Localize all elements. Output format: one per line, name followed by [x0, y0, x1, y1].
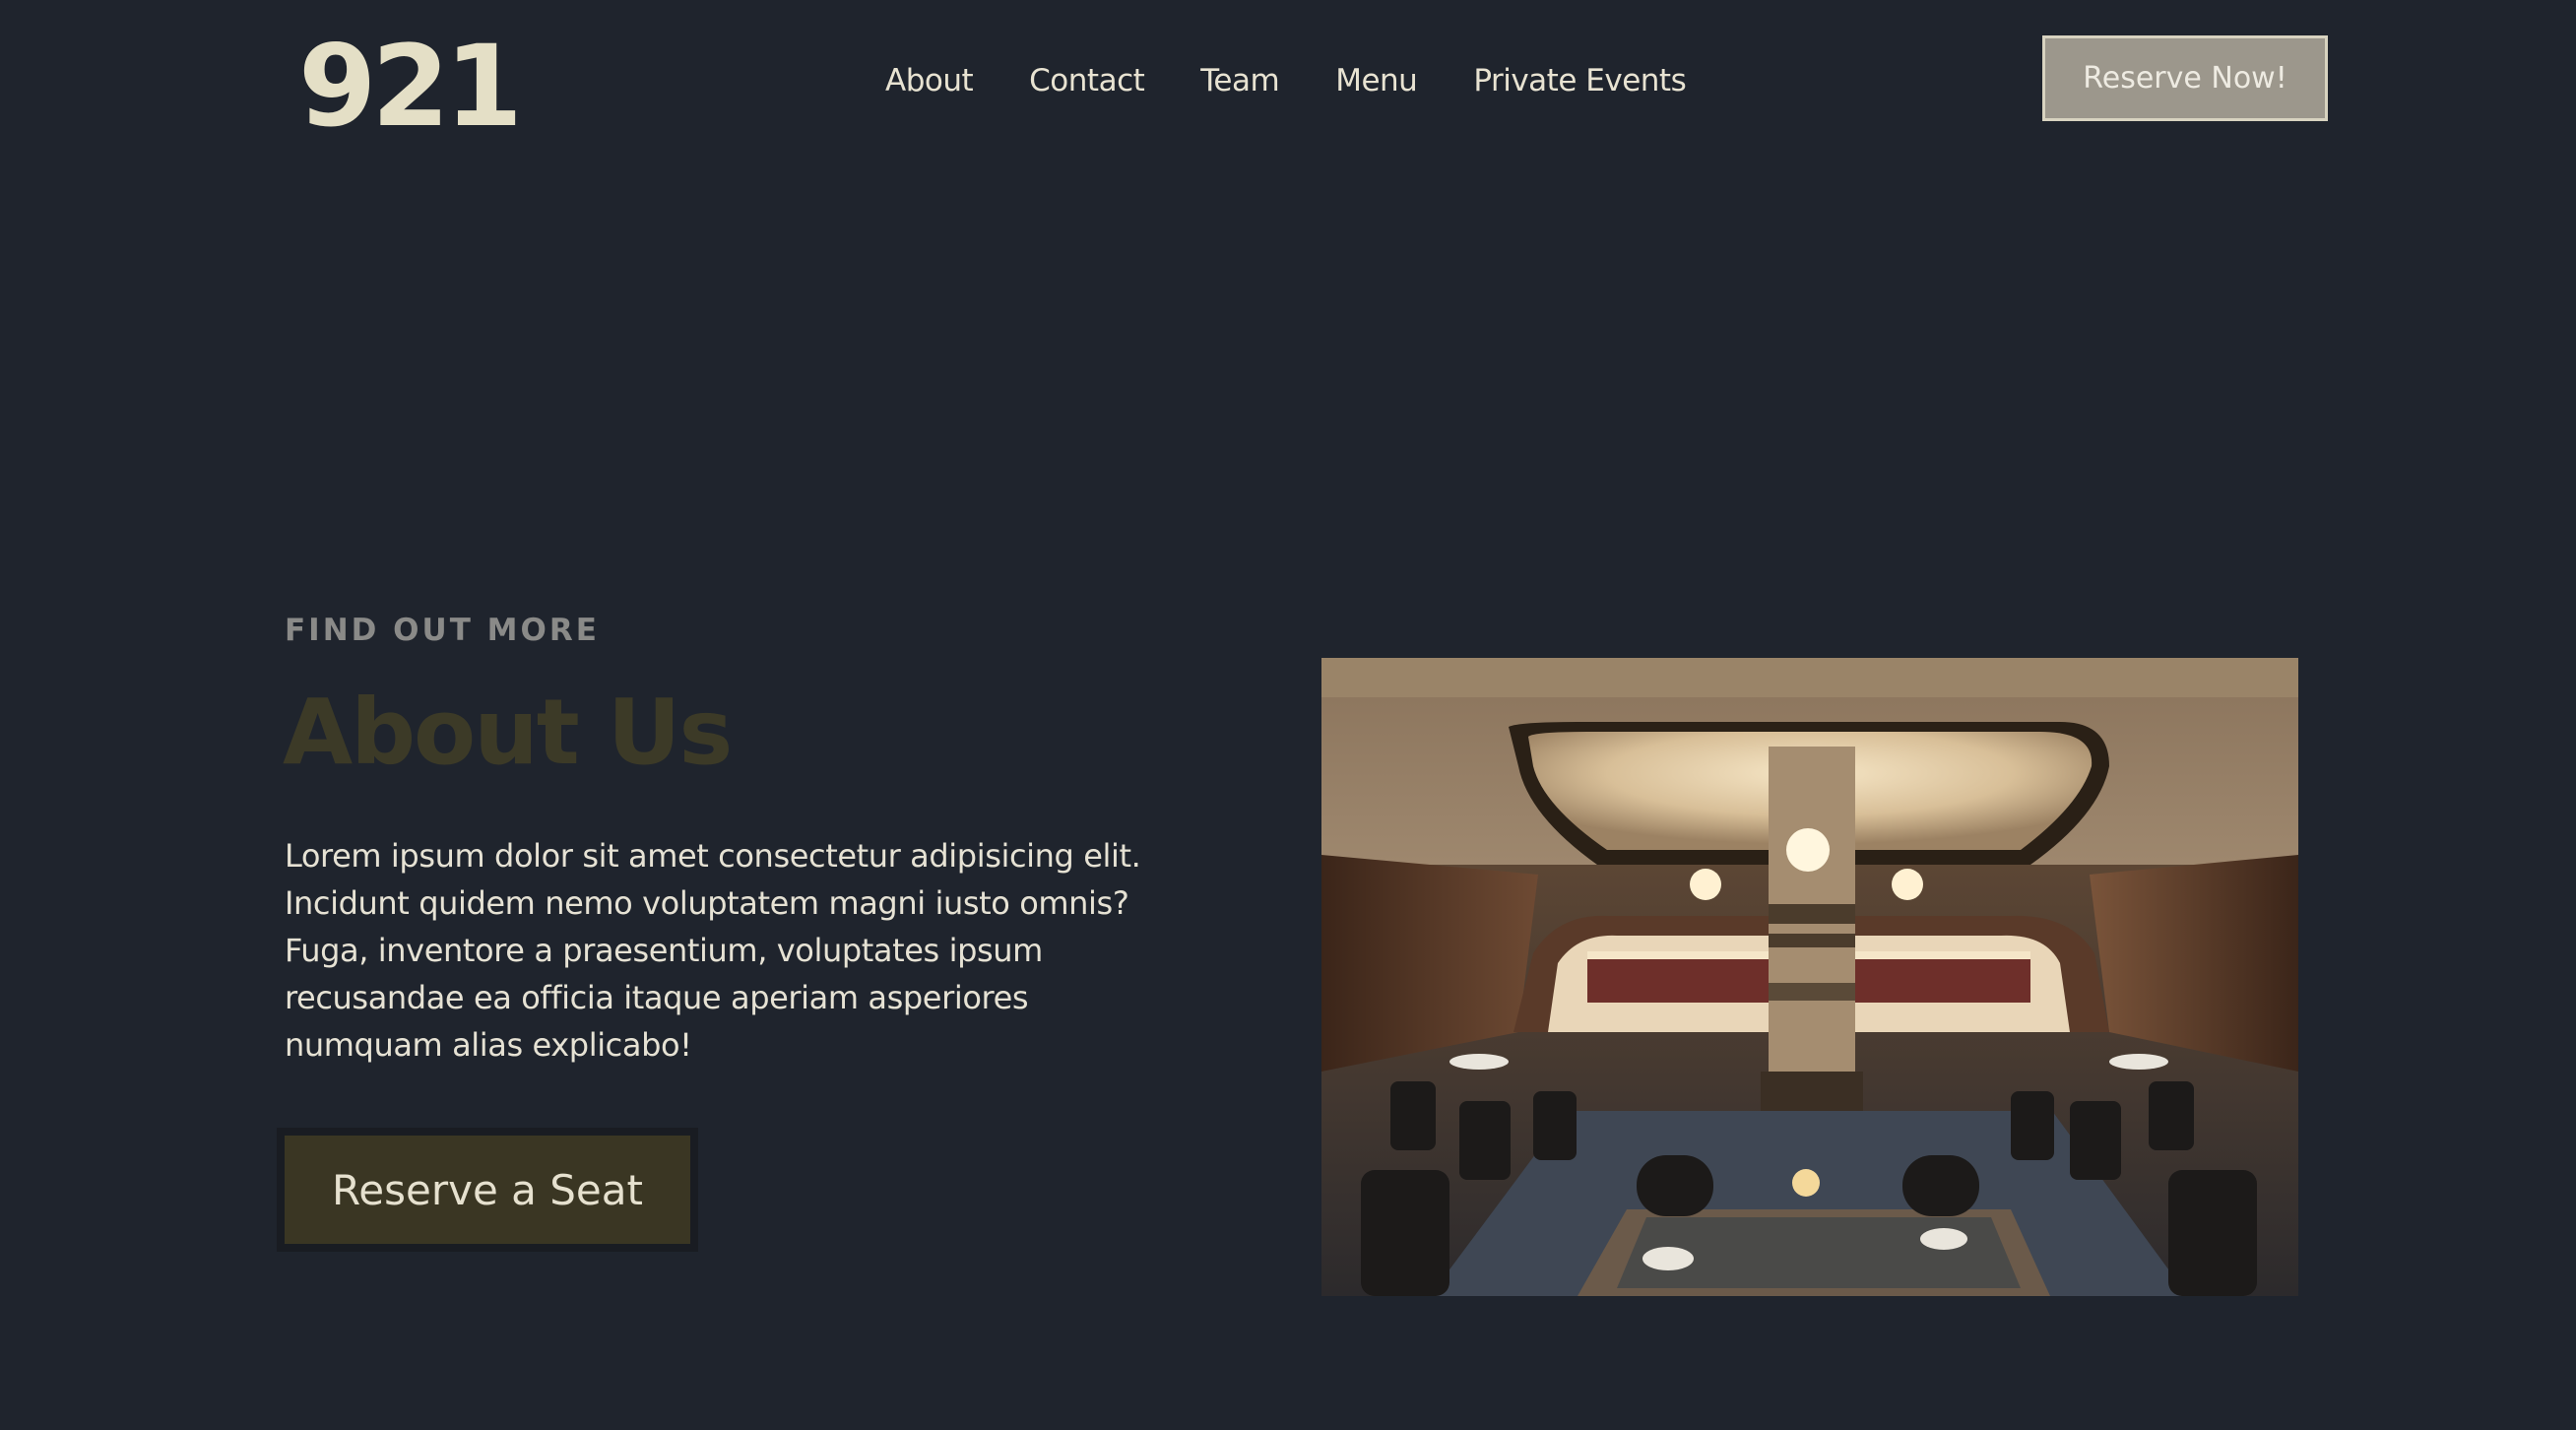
- about-title: About Us: [283, 680, 733, 785]
- nav-link-team[interactable]: Team: [1200, 63, 1279, 98]
- section-eyebrow: FIND OUT MORE: [285, 613, 600, 648]
- reserve-seat-button-frame: Reserve a Seat: [277, 1128, 698, 1252]
- restaurant-interior-image: [1321, 658, 2298, 1296]
- nav-link-private-events[interactable]: Private Events: [1473, 63, 1686, 98]
- reserve-now-button[interactable]: Reserve Now!: [2042, 35, 2328, 121]
- reserve-seat-button[interactable]: Reserve a Seat: [285, 1136, 690, 1244]
- nav-link-about[interactable]: About: [885, 63, 974, 98]
- main-nav: About Contact Team Menu Private Events: [885, 59, 1687, 102]
- about-description: Lorem ipsum dolor sit amet consectetur a…: [285, 837, 1141, 1064]
- site-logo[interactable]: 921: [298, 18, 523, 156]
- nav-link-contact[interactable]: Contact: [1029, 63, 1145, 98]
- nav-link-menu[interactable]: Menu: [1335, 63, 1418, 98]
